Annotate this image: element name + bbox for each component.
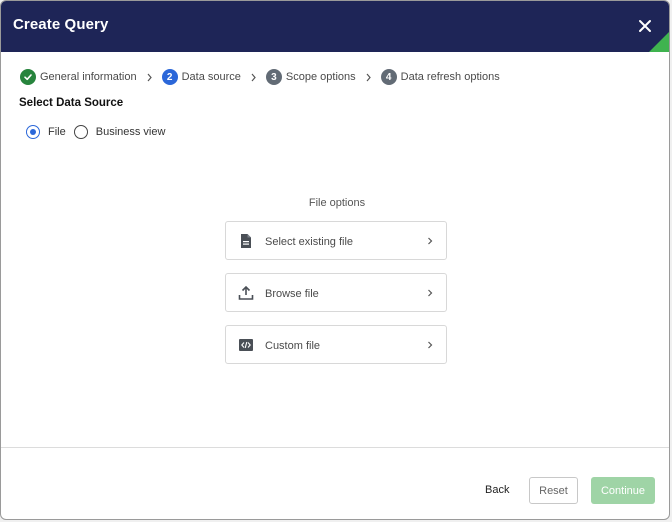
chevron-right-icon [428,289,433,297]
radio-label: File [48,126,66,138]
radio-business-view[interactable]: Business view [73,125,166,139]
step-number: 4 [380,69,397,85]
radio-file[interactable]: File [26,125,66,139]
document-icon [241,234,251,248]
create-query-dialog: Create Query General information 2 Data … [0,0,670,520]
stepper: General information 2 Data source 3 Scop… [20,69,500,85]
option-label: Browse file [265,288,319,300]
step-general-information[interactable]: General information [20,69,137,85]
radio-label: Business view [95,126,166,138]
step-data-source[interactable]: 2 Data source [161,69,241,85]
option-label: Custom file [265,340,321,352]
step-label: General information [40,71,137,83]
check-icon [20,69,36,85]
upload-icon [238,285,254,300]
step-label: Scope options [285,71,356,83]
back-button[interactable]: Back [485,484,509,496]
file-options-heading: File options [308,197,366,209]
browse-file-button[interactable]: Browse file [225,273,447,312]
chevron-right-icon [251,73,256,81]
step-number: 3 [265,69,282,85]
footer-divider [1,447,669,448]
step-number: 2 [161,69,178,85]
section-title: Select Data Source [19,97,124,109]
step-data-refresh-options[interactable]: 4 Data refresh options [380,69,500,85]
data-source-radio-group: File Business view [26,125,173,139]
chevron-right-icon [366,73,371,81]
radio-circle[interactable] [73,125,88,139]
radio-circle[interactable] [26,125,40,139]
corner-accent [649,32,669,52]
chevron-right-icon [428,237,433,245]
step-label: Data source [181,71,241,83]
select-existing-file-button[interactable]: Select existing file [225,221,447,260]
dialog-header: Create Query [1,1,669,52]
continue-button[interactable]: Continue [591,477,655,504]
dialog-title: Create Query [13,16,109,33]
step-scope-options[interactable]: 3 Scope options [265,69,356,85]
chevron-right-icon [147,73,152,81]
code-icon [239,339,253,351]
chevron-right-icon [428,341,433,349]
custom-file-button[interactable]: Custom file [225,325,447,364]
option-label: Select existing file [265,236,354,248]
reset-button[interactable]: Reset [529,477,578,504]
step-label: Data refresh options [400,71,500,83]
